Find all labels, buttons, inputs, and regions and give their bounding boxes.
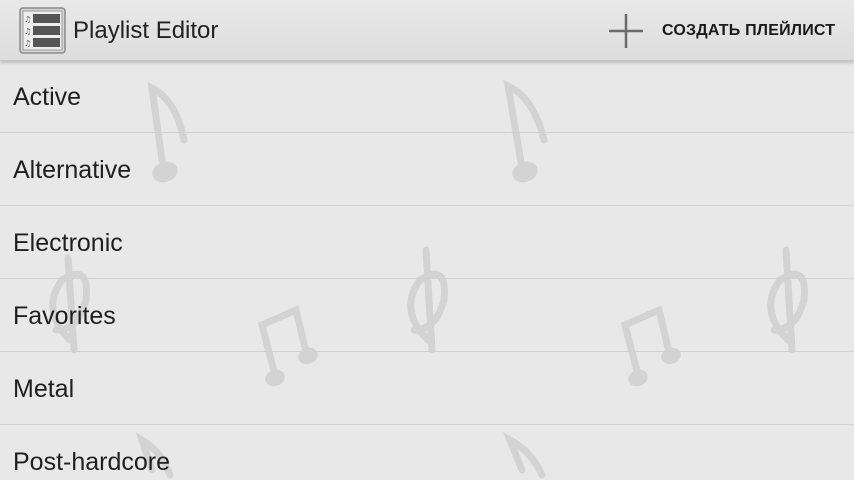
action-bar: ♫ ♫ ♫ Playlist Editor СОЗДАТЬ ПЛЕЙЛИСТ	[0, 0, 854, 61]
list-item-label: Metal	[13, 375, 75, 403]
list-item[interactable]: Favorites	[0, 279, 854, 352]
svg-text:♫: ♫	[24, 15, 31, 24]
playlist-icon[interactable]: ♫ ♫ ♫	[19, 7, 66, 54]
list-item[interactable]: Metal	[0, 352, 854, 425]
list-item-label: Alternative	[13, 156, 132, 184]
list-item-label: Favorites	[13, 302, 116, 330]
svg-text:♫: ♫	[24, 39, 31, 48]
playlist-list: Active Alternative Electronic Favorites …	[0, 60, 854, 480]
list-item[interactable]: Electronic	[0, 206, 854, 279]
page-title: Playlist Editor	[73, 17, 219, 44]
list-item[interactable]: Post-hardcore	[0, 425, 854, 480]
list-item[interactable]: Active	[0, 60, 854, 133]
list-item[interactable]: Alternative	[0, 133, 854, 206]
list-item-label: Electronic	[13, 229, 123, 257]
create-playlist-button[interactable]: СОЗДАТЬ ПЛЕЙЛИСТ	[598, 0, 854, 60]
list-item-label: Active	[13, 83, 82, 111]
plus-icon	[609, 14, 643, 48]
playlist-editor-app: ♫ ♫ ♫ Playlist Editor СОЗДАТЬ ПЛЕЙЛИСТ A…	[0, 0, 854, 480]
svg-text:♫: ♫	[24, 27, 31, 36]
create-playlist-label: СОЗДАТЬ ПЛЕЙЛИСТ	[662, 22, 836, 39]
list-item-label: Post-hardcore	[13, 448, 171, 476]
